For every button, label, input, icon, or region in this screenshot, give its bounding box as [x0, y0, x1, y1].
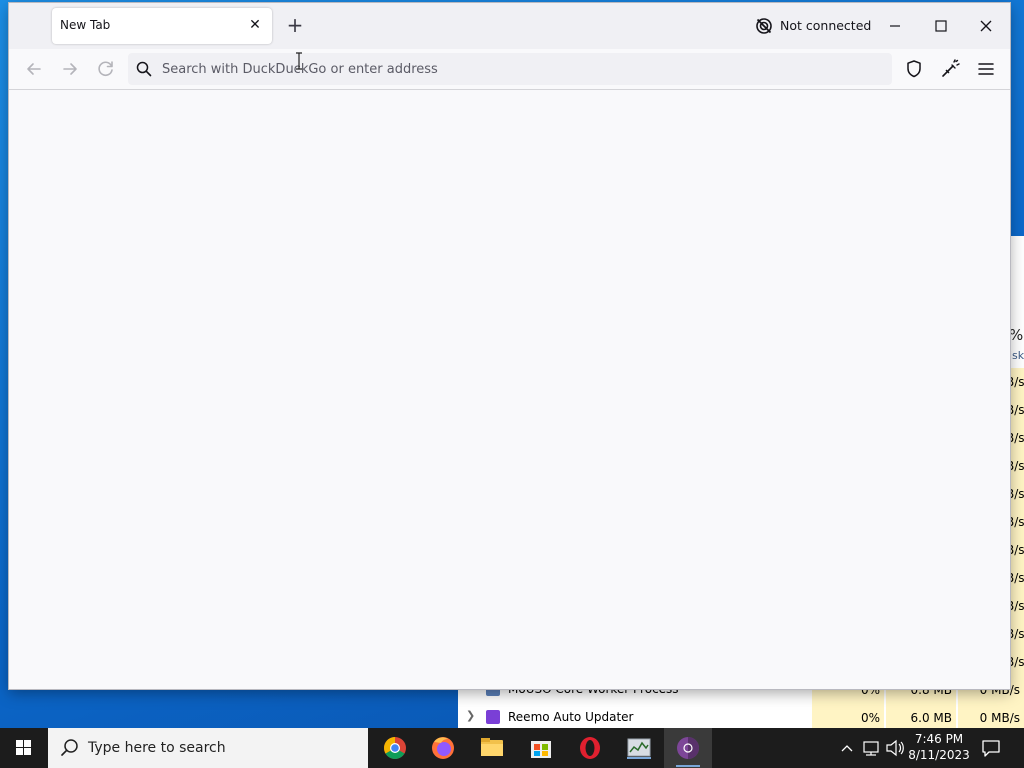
tab-new-tab[interactable]: New Tab ✕	[52, 8, 272, 44]
network-icon[interactable]	[861, 728, 883, 768]
tor-browser-icon[interactable]	[664, 728, 712, 768]
system-clock[interactable]: 7:46 PM 8/11/2023	[905, 731, 973, 763]
taskbar: Type here to search 7:46 PM 8/11/2023	[0, 728, 1024, 768]
task-manager-icon[interactable]	[615, 728, 663, 768]
microsoft-store-icon[interactable]	[517, 728, 565, 768]
page-content[interactable]	[9, 90, 1010, 689]
address-bar[interactable]	[128, 53, 892, 85]
vpn-status-label: Not connected	[780, 18, 872, 33]
clock-date: 8/11/2023	[908, 748, 970, 762]
chrome-icon[interactable]	[371, 728, 419, 768]
tab-title: New Tab	[60, 18, 111, 32]
minimize-button[interactable]	[880, 11, 910, 41]
close-window-button[interactable]	[971, 11, 1001, 41]
browser-window: New Tab ✕ + Not connected	[9, 3, 1010, 689]
cpu-value: 0%	[812, 704, 884, 728]
new-tab-button[interactable]: +	[284, 14, 306, 36]
navigation-toolbar	[9, 49, 1010, 90]
volume-icon[interactable]	[884, 728, 906, 768]
notification-center-icon[interactable]	[980, 737, 1002, 759]
disk-percent-header[interactable]: %	[1009, 326, 1023, 344]
file-explorer-icon[interactable]	[468, 728, 516, 768]
table-row[interactable]: ❯ Reemo Auto Updater 0% 6.0 MB 0 MB/s	[458, 704, 1024, 728]
text-cursor-icon	[296, 52, 302, 70]
shield-icon[interactable]	[902, 57, 926, 81]
search-icon	[61, 739, 78, 756]
vpn-disconnected-icon	[756, 18, 772, 34]
process-name: Reemo Auto Updater	[508, 710, 634, 724]
fire-button-icon[interactable]	[938, 57, 962, 81]
taskbar-search-placeholder: Type here to search	[88, 740, 226, 756]
opera-icon[interactable]	[566, 728, 614, 768]
tab-strip: New Tab ✕ + Not connected	[9, 3, 1010, 49]
memory-value: 6.0 MB	[886, 704, 956, 728]
hamburger-menu-icon[interactable]	[974, 57, 998, 81]
search-icon	[136, 61, 152, 77]
windows-start-button[interactable]	[0, 728, 48, 768]
close-tab-icon[interactable]: ✕	[244, 14, 266, 36]
address-input[interactable]	[162, 58, 862, 80]
reload-button[interactable]	[94, 57, 118, 81]
clock-time: 7:46 PM	[914, 732, 964, 746]
reemo-icon	[486, 710, 500, 724]
chevron-right-icon[interactable]: ❯	[466, 709, 475, 722]
taskbar-search-box[interactable]: Type here to search	[48, 728, 368, 768]
disk-column-header[interactable]: isk	[1009, 349, 1024, 362]
chevron-up-icon[interactable]	[838, 728, 856, 768]
disk-value: 0 MB/s	[958, 704, 1024, 728]
firefox-icon[interactable]	[419, 728, 467, 768]
maximize-button[interactable]	[926, 11, 956, 41]
back-button[interactable]	[22, 57, 46, 81]
forward-button[interactable]	[58, 57, 82, 81]
